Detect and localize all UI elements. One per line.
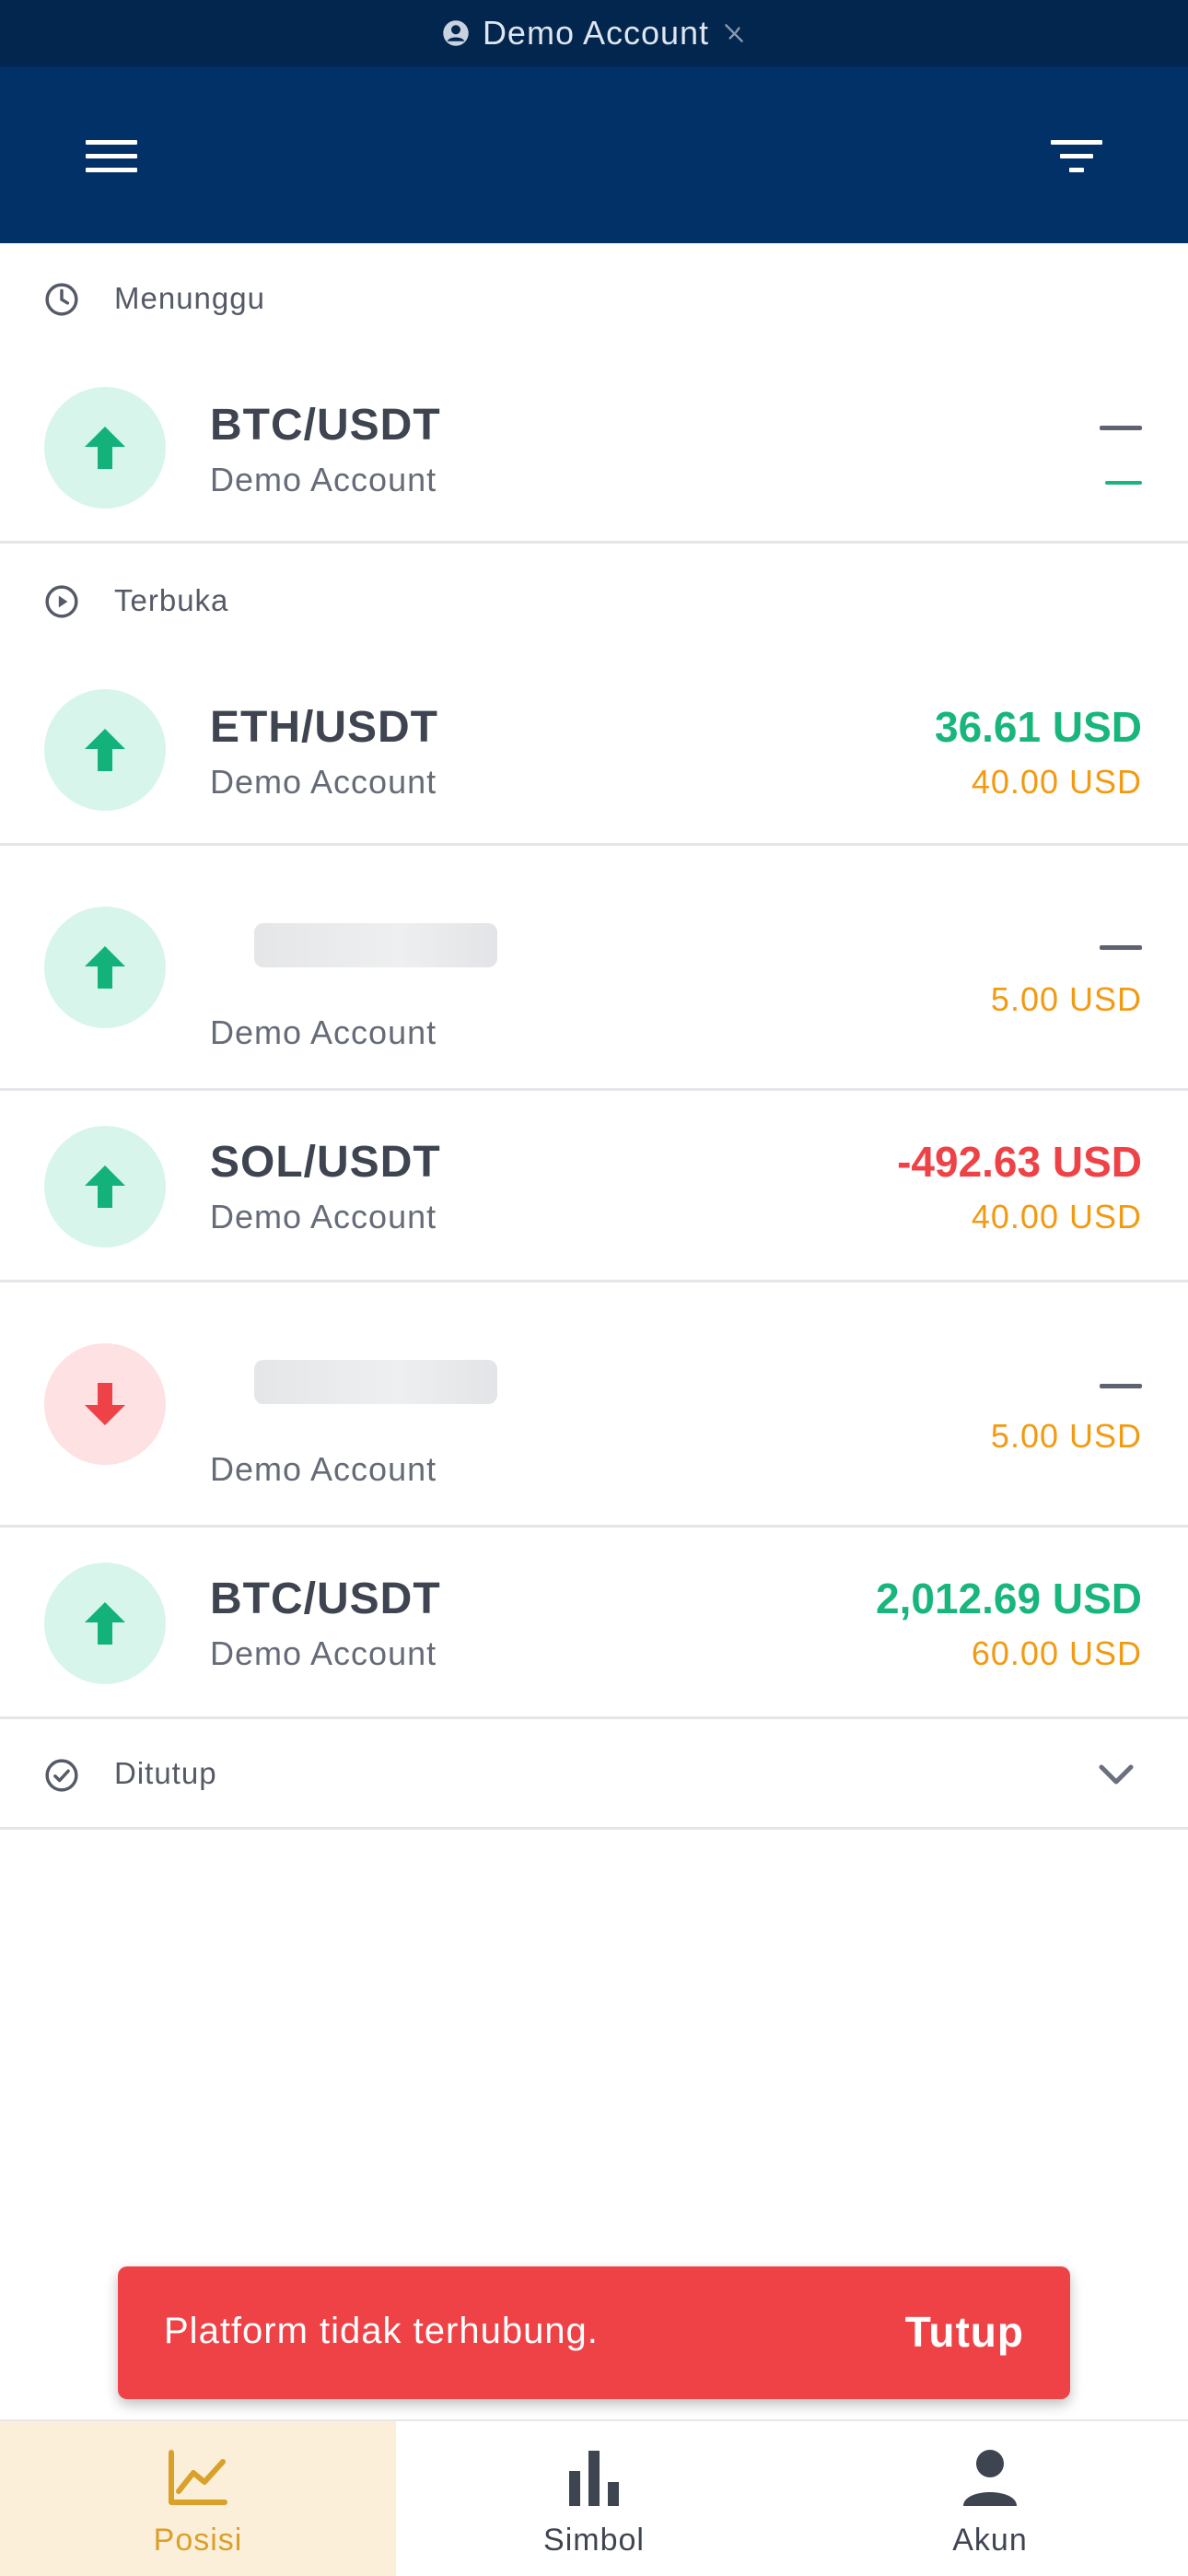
position-symbol: SOL/USDT	[210, 1138, 441, 1187]
arrow-up-icon	[85, 729, 125, 771]
position-amount: 40.00 USD	[971, 1198, 1142, 1235]
position-pnl: 2,012.69 USD	[876, 1575, 1142, 1622]
direction-avatar	[44, 387, 166, 509]
direction-avatar	[44, 1343, 166, 1465]
toast-close-button[interactable]: Tutup	[905, 2307, 1024, 2357]
position-row-open-5[interactable]: BTC/USDT Demo Account 2,012.69 USD 60.00…	[0, 1528, 1188, 1719]
position-account: Demo Account	[210, 1198, 437, 1235]
position-amount: 60.00 USD	[971, 1634, 1142, 1672]
nav-item-posisi[interactable]: Posisi	[0, 2421, 396, 2576]
position-row-pending-1[interactable]: BTC/USDT Demo Account	[0, 354, 1188, 544]
pnl-placeholder-dash	[1100, 945, 1142, 950]
position-pnl: -492.63 USD	[897, 1138, 1142, 1186]
arrow-up-icon	[85, 946, 125, 989]
menu-button[interactable]	[70, 120, 153, 193]
chevron-down-icon[interactable]	[1096, 1756, 1136, 1793]
app-header	[0, 66, 1188, 243]
account-circle-icon	[443, 20, 469, 46]
pnl-placeholder-dash	[1100, 426, 1142, 430]
position-row-open-1[interactable]: ETH/USDT Demo Account 36.61 USD 40.00 US…	[0, 656, 1188, 846]
position-symbol: ETH/USDT	[210, 703, 438, 752]
section-pending-label: Menunggu	[114, 281, 265, 315]
arrow-down-icon	[85, 1383, 125, 1425]
amount-placeholder-dash	[1105, 481, 1142, 485]
position-amount: 5.00 USD	[990, 980, 1142, 1018]
nav-label-simbol: Simbol	[543, 2523, 645, 2558]
position-symbol: BTC/USDT	[210, 1575, 441, 1623]
position-pnl: 36.61 USD	[934, 703, 1142, 751]
arrow-up-icon	[85, 1602, 125, 1645]
direction-avatar	[44, 1563, 166, 1684]
position-row-open-2[interactable]: Demo Account 5.00 USD	[0, 846, 1188, 1091]
position-symbol: BTC/USDT	[210, 401, 441, 450]
position-row-open-3[interactable]: SOL/USDT Demo Account -492.63 USD 40.00 …	[0, 1091, 1188, 1282]
bar-chart-icon	[569, 2451, 619, 2506]
section-closed-label: Ditutup	[114, 1755, 217, 1790]
nav-label-akun: Akun	[952, 2523, 1028, 2558]
position-account: Demo Account	[210, 461, 437, 498]
symbol-loading-skeleton	[254, 923, 497, 967]
arrow-up-icon	[85, 1165, 125, 1208]
position-account: Demo Account	[210, 1013, 437, 1051]
nav-label-posisi: Posisi	[153, 2523, 243, 2558]
section-open-label: Terbuka	[114, 583, 229, 617]
bottom-navigation: Posisi Simbol Akun	[0, 2419, 1188, 2576]
filter-list-icon	[1051, 140, 1102, 172]
position-account: Demo Account	[210, 1634, 437, 1672]
section-pending: Menunggu	[0, 243, 1188, 354]
toast-message: Platform tidak terhubung.	[164, 2311, 599, 2351]
position-account: Demo Account	[210, 1450, 437, 1488]
line-chart-icon	[169, 2450, 227, 2505]
play-circle-icon	[45, 585, 78, 618]
direction-avatar	[44, 1126, 166, 1247]
filter-button[interactable]	[1035, 120, 1118, 193]
position-row-open-4[interactable]: Demo Account 5.00 USD	[0, 1282, 1188, 1528]
position-amount: 5.00 USD	[990, 1417, 1142, 1455]
pnl-placeholder-dash	[1100, 1384, 1142, 1388]
symbol-loading-skeleton	[254, 1360, 497, 1404]
section-closed[interactable]: Ditutup	[0, 1719, 1188, 1830]
position-amount: 40.00 USD	[971, 763, 1142, 801]
direction-avatar	[44, 689, 166, 811]
direction-avatar	[44, 907, 166, 1028]
section-open: Terbuka	[0, 545, 1188, 656]
nav-item-akun[interactable]: Akun	[792, 2421, 1188, 2576]
position-account: Demo Account	[210, 763, 437, 801]
link-off-icon	[725, 24, 743, 42]
check-circle-icon	[45, 1759, 78, 1792]
connection-error-toast: Platform tidak terhubung. Tutup	[118, 2266, 1070, 2399]
person-icon	[963, 2450, 1017, 2506]
status-account-label: Demo Account	[482, 14, 710, 52]
arrow-up-icon	[85, 427, 125, 469]
account-status-bar: Demo Account	[0, 0, 1188, 66]
hamburger-menu-icon	[86, 140, 137, 172]
nav-item-simbol[interactable]: Simbol	[396, 2421, 792, 2576]
clock-icon	[45, 283, 78, 316]
